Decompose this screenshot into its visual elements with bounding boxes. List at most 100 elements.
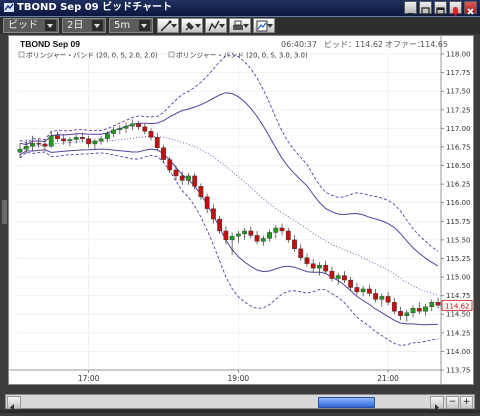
candle-body (86, 138, 92, 145)
price-tick-label: 116.50 (446, 162, 471, 170)
candle-body (92, 140, 98, 145)
candle-body (366, 288, 372, 294)
price-tick-label: 115.50 (446, 236, 471, 244)
window-title: TBOND Sep 09 ビッドチャート (17, 2, 173, 13)
candle-body (248, 230, 254, 236)
restore-button[interactable] (419, 1, 432, 16)
candle-body (30, 143, 35, 147)
current-price-tag: 114.62 (441, 299, 473, 311)
candle-body (67, 139, 73, 142)
candle-body (186, 175, 191, 181)
price-tick-label: 115.00 (446, 274, 471, 282)
period-value: 2日 (67, 20, 84, 31)
candle-body (429, 302, 435, 308)
bid-value: 114.62 (355, 40, 383, 49)
candle-body (235, 233, 241, 237)
candle-body (279, 227, 285, 232)
offer-label: オファー： (385, 40, 425, 49)
candle-body (123, 125, 129, 129)
candle-body (410, 308, 416, 313)
maximize-icon (436, 7, 445, 16)
legend-checkbox-1[interactable] (18, 51, 25, 58)
candle-body (317, 264, 322, 269)
candle-body (273, 227, 279, 233)
period-select[interactable]: 2日 (62, 18, 106, 33)
minimize-icon (408, 13, 413, 15)
candle-body (179, 175, 185, 181)
scroll-right-button[interactable] (430, 396, 444, 411)
candle-body (267, 232, 272, 239)
maximize-button[interactable] (434, 1, 447, 16)
price-tick-label: 117.50 (446, 88, 471, 96)
candle-body (404, 312, 410, 316)
candle-body (36, 143, 42, 145)
price-tick-label: 113.75 (446, 367, 471, 375)
trendline-tool-button[interactable] (157, 18, 179, 33)
draw-tool-button[interactable] (205, 18, 227, 33)
candle-body (42, 143, 48, 147)
candle-body (298, 248, 304, 258)
candle-body (304, 257, 310, 264)
legend-item-2[interactable]: ボリンジャー・バンド (20, 0, S, 3.0, 3.0) (176, 52, 308, 60)
candle-body (204, 196, 210, 209)
chart-symbol: TBOND Sep 09 (20, 39, 80, 49)
candle-body (80, 137, 85, 139)
panel-collapse-handle[interactable] (2, 200, 7, 224)
candle-body (192, 175, 198, 187)
scroll-left-button[interactable] (7, 396, 21, 411)
candle-body (260, 238, 266, 242)
candle-body (223, 230, 229, 241)
candle-body (117, 128, 123, 131)
candle-body (55, 135, 60, 139)
candle-body (217, 218, 223, 232)
candle-body (198, 186, 204, 197)
legend-item-1[interactable]: ボリンジャー・バンド (20, 0, S, 2.0, 2.0) (26, 52, 158, 60)
candle-body (391, 302, 397, 312)
candle-body (111, 129, 116, 134)
zoom-in-button[interactable]: + (460, 396, 473, 409)
candle-body (161, 147, 166, 160)
bid-label: ビッド： (324, 40, 356, 49)
price-tick-label: 116.25 (446, 181, 471, 189)
price-tag-label: 114.62 (445, 302, 470, 310)
time-tick-label: 17:00 (78, 374, 100, 383)
candle-body (348, 279, 354, 288)
candle-body (416, 308, 422, 312)
alert-button[interactable] (449, 1, 462, 17)
marker-tool-button[interactable] (181, 18, 203, 33)
candle-body (342, 275, 347, 281)
time-scrollbar[interactable]: − + (5, 394, 475, 411)
close-button[interactable] (464, 1, 477, 15)
print-button[interactable] (229, 18, 251, 33)
candle-body (136, 123, 141, 128)
candle-body (285, 230, 291, 241)
candle-body (129, 123, 135, 127)
quote-time: 06:40:37 (281, 40, 317, 49)
price-chart[interactable]: 118.00 117.75 117.50 117.25 117.00 116.75 116.… (9, 36, 473, 384)
time-tick-label: 19:00 (228, 374, 250, 383)
scrollbar-thumb[interactable] (318, 397, 375, 408)
candle-body (148, 131, 154, 138)
chart-settings-button[interactable] (253, 18, 275, 33)
candle-body (254, 235, 260, 242)
title-bar: TBOND Sep 09 ビッドチャート (0, 0, 480, 17)
legend-checkbox-2[interactable] (168, 51, 175, 58)
zoom-out-button[interactable]: − (446, 396, 459, 409)
candle-body (354, 287, 360, 293)
price-tick-label: 118.00 (446, 51, 471, 59)
chevron-down-icon (139, 20, 150, 31)
time-tick-label: 21:00 (377, 374, 399, 383)
price-type-select[interactable]: ビッド (3, 18, 59, 33)
minimize-button[interactable] (404, 1, 417, 15)
candle-body (104, 133, 110, 139)
price-tick-label: 114.50 (446, 311, 471, 319)
candle-body (167, 159, 173, 171)
close-icon (467, 8, 474, 15)
interval-select[interactable]: 5m (109, 18, 153, 33)
candle-body (211, 208, 216, 220)
chevron-down-icon (45, 20, 56, 31)
candle-body (385, 296, 391, 303)
price-tick-label: 117.25 (446, 106, 471, 114)
chart-toolbar: ビッド 2日 5m (0, 17, 480, 34)
alert-bell-icon (452, 7, 459, 17)
